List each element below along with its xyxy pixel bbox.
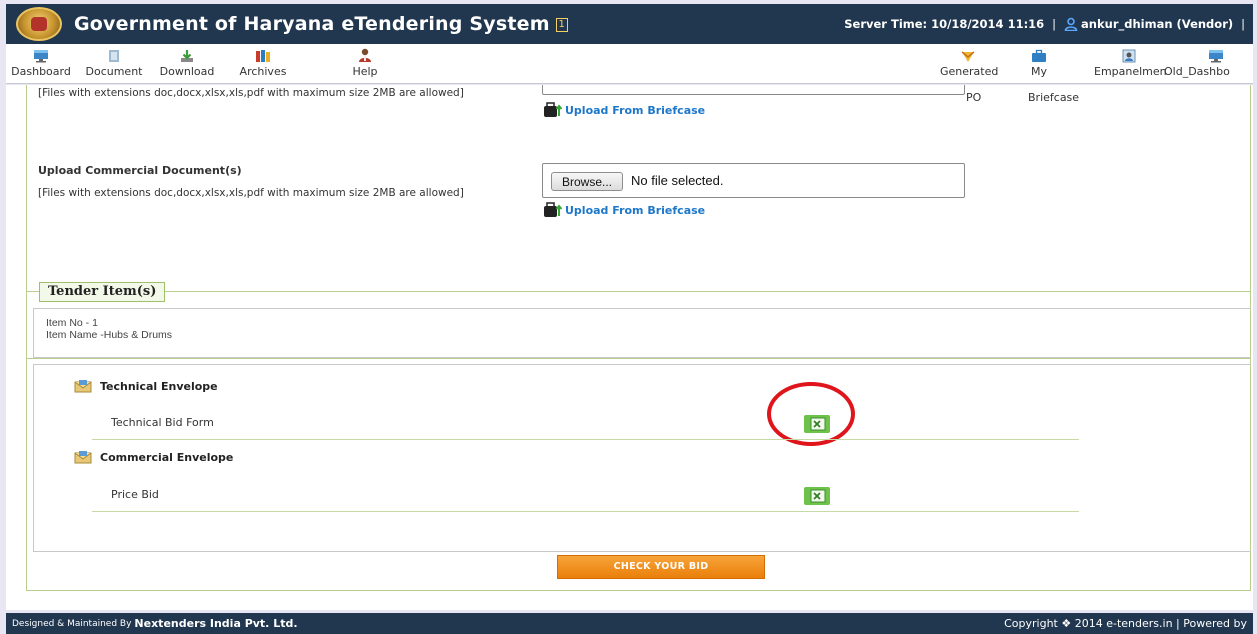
toolbar-empanelment[interactable]: Empanelmen bbox=[1094, 44, 1167, 78]
briefcase-icon bbox=[1032, 49, 1046, 62]
technical-bid-form-label: Technical Bid Form bbox=[111, 416, 214, 429]
toolbar-archives-label: Archives bbox=[239, 65, 287, 78]
user-icon bbox=[1064, 17, 1078, 31]
toolbar-download[interactable]: Download bbox=[151, 44, 223, 78]
technical-upload-from-briefcase[interactable]: Upload From Briefcase bbox=[544, 102, 705, 118]
technical-envelope-title: Technical Envelope bbox=[100, 379, 218, 393]
haryana-emblem-logo bbox=[6, 4, 66, 44]
toolbar-dashboard-label: Dashboard bbox=[11, 65, 71, 78]
toolbar-generated-label: Generated bbox=[940, 65, 999, 78]
briefcase-upload-icon bbox=[544, 202, 562, 217]
technical-briefcase-link-text: Upload From Briefcase bbox=[565, 103, 706, 117]
header-separator: | bbox=[1052, 17, 1057, 31]
commercial-envelope-heading: Commercial Envelope bbox=[74, 450, 233, 464]
file-status: No file selected. bbox=[631, 173, 724, 188]
title-badge: 1 bbox=[555, 18, 568, 32]
old-dashboard-icon bbox=[1209, 50, 1223, 63]
toolbar-archives[interactable]: Archives bbox=[228, 44, 298, 78]
company-name: Nextenders India Pvt. Ltd. bbox=[134, 617, 298, 630]
main-toolbar: Dashboard Document Download Archives Hel… bbox=[6, 44, 1253, 84]
generated-po-icon bbox=[961, 51, 975, 62]
toolbar-document[interactable]: Document bbox=[79, 44, 149, 78]
server-time: Server Time: 10/18/2014 11:16 bbox=[844, 17, 1045, 31]
toolbar-generated-sub: PO bbox=[966, 91, 982, 104]
toolbar-empanelment-label: Empanelmen bbox=[1094, 65, 1167, 78]
app-header: Government of Haryana eTendering System 1… bbox=[6, 4, 1253, 44]
designed-by-text: Designed & Maintained By bbox=[12, 618, 132, 629]
commercial-file-input[interactable]: Browse... No file selected. bbox=[542, 163, 965, 198]
help-icon bbox=[359, 48, 371, 62]
header-separator-2: | bbox=[1241, 17, 1245, 31]
item-number: Item No - 1 bbox=[46, 317, 98, 329]
download-icon bbox=[181, 50, 193, 62]
dashboard-icon bbox=[34, 50, 48, 63]
toolbar-generated-po[interactable]: Generated bbox=[940, 44, 999, 78]
archives-icon bbox=[256, 50, 270, 62]
check-your-bid-button[interactable]: CHECK YOUR BID bbox=[557, 555, 765, 579]
toolbar-my-sub: Briefcase bbox=[1028, 91, 1080, 104]
technical-files-note: [Files with extensions doc,docx,xlsx,xls… bbox=[38, 87, 464, 99]
technical-row-divider bbox=[92, 439, 1079, 440]
empanelment-icon bbox=[1122, 49, 1136, 63]
technical-file-input[interactable] bbox=[542, 85, 965, 95]
commercial-upload-label: Upload Commercial Document(s) bbox=[38, 164, 242, 177]
item-info: Item No - 1 Item Name -Hubs & Drums bbox=[33, 308, 1251, 358]
document-icon bbox=[109, 50, 119, 62]
commercial-files-note: [Files with extensions doc,docx,xlsx,xls… bbox=[38, 187, 464, 199]
app-title: Government of Haryana eTendering System 1 bbox=[74, 13, 568, 35]
app-title-text: Government of Haryana eTendering System bbox=[74, 13, 550, 35]
item-name: Item Name -Hubs & Drums bbox=[46, 329, 173, 341]
commercial-upload-from-briefcase[interactable]: Upload From Briefcase bbox=[544, 202, 705, 218]
user-name-link[interactable]: ankur_dhiman (Vendor) bbox=[1081, 17, 1233, 31]
toolbar-help-label: Help bbox=[352, 65, 378, 78]
header-info: Server Time: 10/18/2014 11:16 | ankur_dh… bbox=[844, 17, 1253, 31]
toolbar-document-label: Document bbox=[85, 65, 143, 78]
app-footer: Designed & Maintained By Nextenders Indi… bbox=[6, 613, 1253, 634]
technical-envelope-heading: Technical Envelope bbox=[74, 379, 218, 393]
copyright-text: Copyright ❖ 2014 e-tenders.in | Powered … bbox=[1004, 617, 1247, 630]
toolbar-download-label: Download bbox=[159, 65, 215, 78]
commercial-envelope-title: Commercial Envelope bbox=[100, 450, 234, 464]
toolbar-my-label: My bbox=[1030, 65, 1047, 78]
main-content: [Files with extensions doc,docx,xlsx,xls… bbox=[6, 85, 1253, 610]
tender-items-section: Tender Item(s) Item No - 1 Item Name -Hu… bbox=[26, 282, 1251, 591]
price-bid-label: Price Bid bbox=[111, 488, 159, 501]
briefcase-upload-icon bbox=[544, 102, 562, 117]
envelope-icon bbox=[74, 451, 92, 464]
envelope-icon bbox=[74, 380, 92, 393]
commercial-briefcase-link-text: Upload From Briefcase bbox=[565, 203, 706, 217]
toolbar-my-briefcase[interactable]: My bbox=[1024, 44, 1054, 78]
toolbar-dashboard[interactable]: Dashboard bbox=[6, 44, 76, 78]
browse-button[interactable]: Browse... bbox=[551, 172, 623, 191]
toolbar-old-dashboard-label: Old_Dashbo bbox=[1164, 65, 1230, 78]
highlight-circle bbox=[767, 382, 855, 446]
toolbar-old-dashboard[interactable]: Old_Dashbo bbox=[1164, 44, 1252, 78]
toolbar-help[interactable]: Help bbox=[345, 44, 385, 78]
price-row-divider bbox=[92, 511, 1079, 512]
tender-items-legend: Tender Item(s) bbox=[39, 282, 166, 302]
price-bid-excel-icon[interactable] bbox=[804, 487, 830, 505]
envelopes-panel: Technical Envelope Technical Bid Form Co… bbox=[33, 364, 1251, 552]
